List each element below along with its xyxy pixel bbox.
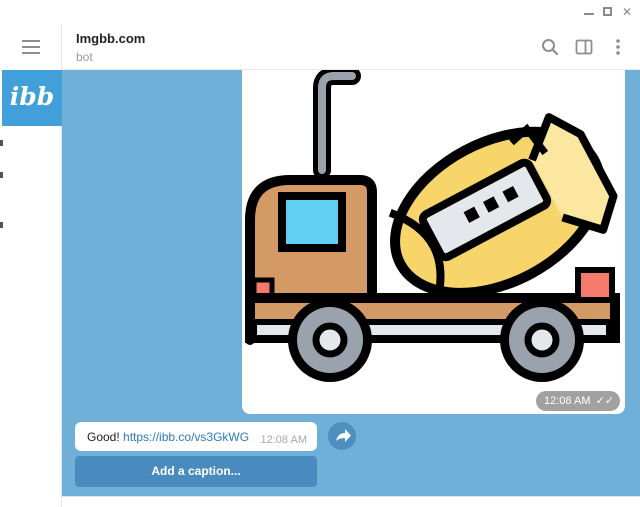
message-link[interactable]: https://ibb.co/vs3GkWG bbox=[123, 430, 249, 444]
chat-list-sidebar: ibb bbox=[0, 24, 62, 507]
add-caption-button[interactable]: Add a caption... bbox=[75, 456, 317, 487]
chat-header: Imgbb.com bot bbox=[62, 24, 640, 70]
photo-message[interactable] bbox=[242, 70, 625, 414]
minimize-button[interactable] bbox=[582, 5, 596, 19]
more-options-button[interactable] bbox=[608, 37, 628, 57]
close-button[interactable]: ✕ bbox=[620, 5, 634, 19]
window-titlebar: ✕ bbox=[0, 0, 640, 24]
sidepanel-icon bbox=[575, 39, 593, 55]
photo-time-label: 12:08 AM bbox=[544, 395, 591, 407]
chat-subtitle: bot bbox=[76, 50, 93, 64]
edge-mark bbox=[0, 172, 3, 178]
forward-arrow-icon bbox=[336, 429, 351, 442]
telegram-window: ✕ ibb Imgbb.com bot 12:08 AM ✓✓ Good! ht… bbox=[0, 0, 640, 507]
more-vertical-icon bbox=[616, 39, 620, 55]
menu-icon-line bbox=[22, 40, 40, 42]
cement-mixer-truck-image bbox=[245, 70, 620, 382]
photo-timestamp: 12:08 AM ✓✓ bbox=[536, 391, 620, 411]
menu-icon-line bbox=[22, 46, 40, 48]
sidepanel-button[interactable] bbox=[574, 37, 594, 57]
forward-button[interactable] bbox=[328, 422, 356, 450]
minimize-icon bbox=[584, 13, 594, 15]
chat-item-imgbb[interactable]: ibb bbox=[2, 70, 62, 126]
message-text: Good! https://ibb.co/vs3GkWG bbox=[87, 430, 249, 444]
hamburger-menu-button[interactable] bbox=[22, 40, 40, 54]
search-icon bbox=[542, 39, 559, 56]
chat-title[interactable]: Imgbb.com bbox=[76, 31, 145, 46]
maximize-icon bbox=[602, 7, 612, 16]
double-check-icon: ✓✓ bbox=[595, 395, 614, 407]
message-timestamp: 12:08 AM bbox=[260, 434, 307, 446]
message-input-bar[interactable] bbox=[62, 496, 640, 507]
link-message[interactable]: Good! https://ibb.co/vs3GkWG 12:08 AM bbox=[75, 422, 317, 451]
message-prefix: Good! bbox=[87, 430, 124, 444]
maximize-button[interactable] bbox=[600, 5, 614, 19]
close-icon: ✕ bbox=[621, 5, 633, 19]
menu-icon-line bbox=[22, 52, 40, 54]
edge-mark bbox=[0, 140, 3, 146]
imgbb-logo-avatar: ibb bbox=[9, 82, 55, 111]
message-area[interactable]: 12:08 AM ✓✓ Good! https://ibb.co/vs3GkWG… bbox=[62, 70, 640, 496]
edge-mark bbox=[0, 222, 3, 228]
search-button[interactable] bbox=[540, 37, 560, 57]
